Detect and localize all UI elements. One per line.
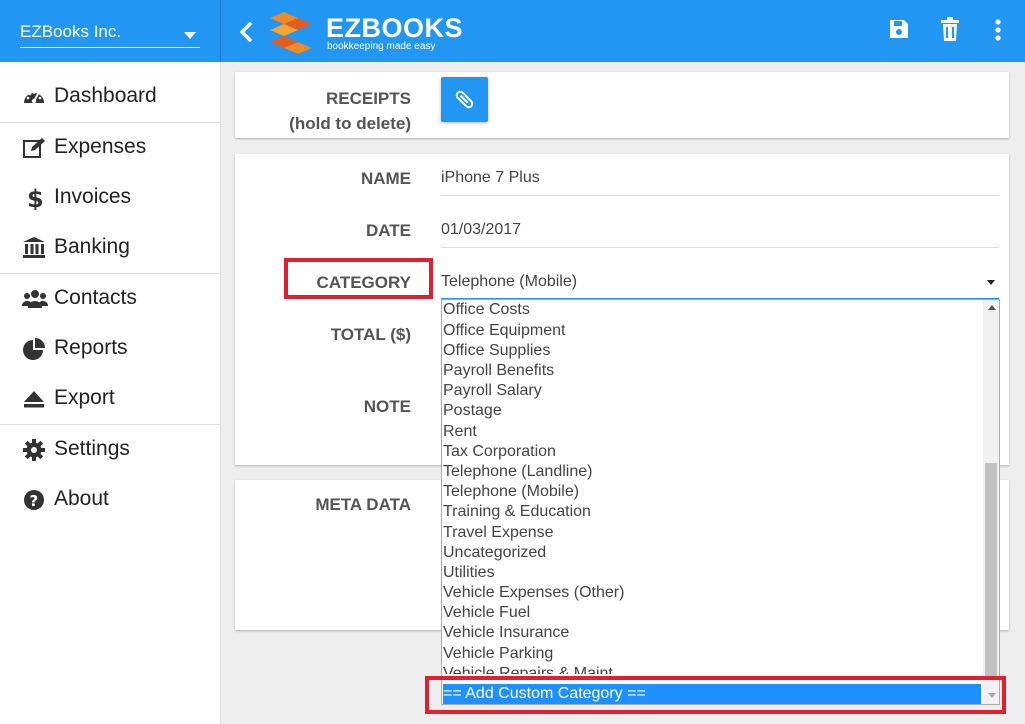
save-icon[interactable] bbox=[887, 17, 913, 45]
sidebar-item-label: Dashboard bbox=[54, 84, 157, 107]
list-item[interactable]: Vehicle Expenses (Other) bbox=[443, 583, 981, 603]
sidebar-item-reports[interactable]: Reports bbox=[0, 324, 220, 374]
attach-receipt-button[interactable] bbox=[441, 77, 488, 122]
brand-tagline: bookkeeping made easy bbox=[327, 41, 436, 52]
question-icon: ? bbox=[22, 488, 46, 512]
meta-data-label: META DATA bbox=[315, 495, 411, 514]
sidebar-item-label: Expenses bbox=[54, 135, 147, 158]
sidebar-item-label: About bbox=[54, 487, 109, 510]
list-item[interactable]: Uncategorized bbox=[443, 543, 981, 563]
sidebar-item-dashboard[interactable]: Dashboard bbox=[0, 72, 220, 122]
sidebar-item-label: Contacts bbox=[54, 286, 137, 309]
sidebar-item-label: Reports bbox=[54, 336, 128, 359]
category-label-highlight bbox=[284, 258, 433, 299]
brand-name: EZBOOKS bbox=[326, 13, 464, 43]
list-item[interactable]: Rent bbox=[443, 422, 981, 442]
receipts-label: RECEIPTS (hold to delete) bbox=[235, 86, 411, 136]
list-item[interactable]: Office Costs bbox=[443, 300, 981, 320]
list-item[interactable]: Office Supplies bbox=[443, 341, 981, 361]
sidebar-item-banking[interactable]: Banking bbox=[0, 223, 220, 273]
sidebar-item-label: Settings bbox=[54, 437, 130, 460]
category-selected-value: Telephone (Mobile) bbox=[441, 273, 578, 290]
company-name: EZBooks Inc. bbox=[20, 22, 122, 41]
sidebar-item-contacts[interactable]: Contacts bbox=[0, 274, 220, 324]
gear-icon bbox=[22, 438, 46, 462]
total-label: TOTAL ($) bbox=[330, 325, 411, 344]
dollar-icon: $ bbox=[22, 185, 46, 213]
category-select[interactable]: Telephone (Mobile) bbox=[441, 273, 999, 299]
list-item[interactable]: Utilities bbox=[443, 563, 981, 583]
sidebar-item-about[interactable]: ? About bbox=[0, 475, 220, 525]
svg-text:$: $ bbox=[27, 186, 44, 210]
list-item[interactable]: Travel Expense bbox=[443, 523, 981, 543]
app-logo: EZBOOKS bookkeeping made easy bbox=[270, 12, 463, 54]
receipts-hint: (hold to delete) bbox=[289, 114, 411, 133]
header-divider bbox=[220, 0, 221, 62]
sidebar-item-invoices[interactable]: $ Invoices bbox=[0, 173, 220, 223]
dashboard-icon bbox=[22, 85, 46, 109]
svg-text:?: ? bbox=[30, 492, 39, 510]
bank-icon bbox=[22, 236, 46, 260]
company-selector[interactable]: EZBooks Inc. bbox=[20, 22, 200, 48]
list-item[interactable]: Vehicle Fuel bbox=[443, 603, 981, 623]
list-item[interactable]: Tax Corporation bbox=[443, 442, 981, 462]
list-item[interactable]: Training & Education bbox=[443, 502, 981, 522]
list-item[interactable]: Payroll Salary bbox=[443, 381, 981, 401]
dropdown-scrollbar[interactable] bbox=[983, 300, 999, 704]
pie-chart-icon bbox=[22, 337, 46, 361]
add-custom-category-highlight bbox=[425, 676, 1006, 714]
more-vert-icon[interactable] bbox=[990, 17, 1006, 45]
date-input-underline bbox=[441, 247, 999, 248]
sidebar-item-settings[interactable]: Settings bbox=[0, 425, 220, 475]
list-item[interactable]: Telephone (Landline) bbox=[443, 462, 981, 482]
back-icon[interactable] bbox=[236, 18, 256, 46]
list-item[interactable]: Vehicle Insurance bbox=[443, 623, 981, 643]
eject-icon bbox=[22, 387, 46, 411]
sidebar-item-label: Invoices bbox=[54, 185, 132, 208]
date-input[interactable]: 01/03/2017 bbox=[441, 221, 999, 239]
receipts-title: RECEIPTS bbox=[325, 89, 411, 108]
sidebar-item-label: Export bbox=[54, 386, 115, 409]
list-item[interactable]: Vehicle Repairs & Maint bbox=[443, 664, 981, 674]
sidebar-nav: Dashboard Expenses $ Invoices Banking Co… bbox=[0, 62, 221, 724]
logo-mark-icon bbox=[270, 12, 312, 54]
list-item[interactable]: Telephone (Mobile) bbox=[443, 482, 981, 502]
top-app-bar: EZBooks Inc. EZBOOKS bookkeeping made ea… bbox=[0, 0, 1025, 62]
name-input[interactable]: iPhone 7 Plus bbox=[441, 169, 999, 187]
note-label: NOTE bbox=[363, 397, 411, 416]
sidebar-item-label: Banking bbox=[54, 235, 130, 258]
name-input-underline bbox=[441, 195, 999, 196]
scrollbar-thumb[interactable] bbox=[985, 463, 997, 680]
list-item[interactable]: Payroll Benefits bbox=[443, 361, 981, 381]
date-label: DATE bbox=[365, 221, 411, 240]
trash-icon[interactable] bbox=[938, 17, 964, 45]
list-item[interactable]: Vehicle Parking bbox=[443, 644, 981, 664]
list-item[interactable]: Office Equipment bbox=[443, 321, 981, 341]
dropdown-arrow-icon bbox=[987, 280, 995, 285]
sidebar-item-expenses[interactable]: Expenses bbox=[0, 123, 220, 173]
scroll-up-icon[interactable] bbox=[988, 305, 996, 310]
name-label: NAME bbox=[360, 169, 411, 188]
users-icon bbox=[22, 287, 48, 311]
edit-icon bbox=[22, 136, 46, 160]
sidebar-item-export[interactable]: Export bbox=[0, 374, 220, 424]
category-dropdown-list[interactable]: Office Costs Office Equipment Office Sup… bbox=[441, 299, 1000, 705]
chevron-down-icon bbox=[184, 32, 196, 39]
paperclip-icon bbox=[455, 90, 474, 109]
list-item[interactable]: Postage bbox=[443, 401, 981, 421]
